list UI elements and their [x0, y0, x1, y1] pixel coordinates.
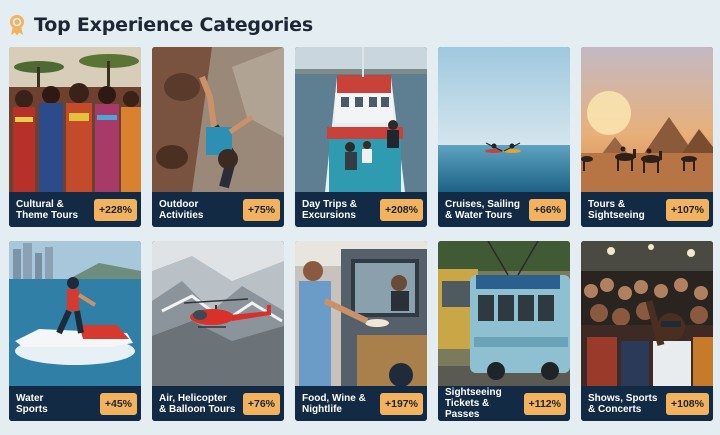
category-card-tours-sightseeing[interactable]: Tours & Sightseeing +107% [581, 47, 713, 227]
growth-badge: +45% [99, 392, 137, 415]
category-caption: Water Sports +45% [9, 386, 141, 421]
category-caption: Cultural & Theme Tours +228% [9, 192, 141, 227]
category-card-cultural-theme-tours[interactable]: Cultural & Theme Tours +228% [9, 47, 141, 227]
concert-crowd-photo [581, 241, 713, 386]
category-label: Cruises, Sailing & Water Tours [445, 198, 521, 221]
category-label: Food, Wine & Nightlife [302, 392, 366, 415]
award-ribbon-icon [8, 14, 26, 36]
category-label: Cultural & Theme Tours [16, 198, 79, 221]
category-label: Air, Helicopter & Balloon Tours [159, 392, 236, 415]
category-label: Sightseeing Tickets & Passes [445, 387, 502, 420]
category-card-outdoor-activities[interactable]: Outdoor Activities +75% [152, 47, 284, 227]
category-caption: Cruises, Sailing & Water Tours +66% [438, 192, 570, 227]
jet-ski-photo [9, 241, 141, 386]
category-card-sightseeing-tickets-passes[interactable]: Sightseeing Tickets & Passes +112% [438, 241, 570, 421]
category-label: Outdoor Activities [159, 198, 204, 221]
category-card-food-wine-nightlife[interactable]: Food, Wine & Nightlife +197% [295, 241, 427, 421]
pyramids-camels-photo [581, 47, 713, 192]
category-caption: Tours & Sightseeing +107% [581, 192, 713, 227]
category-caption: Outdoor Activities +75% [152, 192, 284, 227]
boat-tour-photo [295, 47, 427, 192]
growth-badge: +228% [94, 198, 137, 221]
helicopter-mountains-photo [152, 241, 284, 386]
growth-badge: +197% [380, 392, 423, 415]
category-card-water-sports[interactable]: Water Sports +45% [9, 241, 141, 421]
growth-badge: +107% [666, 198, 709, 221]
category-caption: Air, Helicopter & Balloon Tours +76% [152, 386, 284, 421]
rock-climber-photo [152, 47, 284, 192]
growth-badge: +112% [523, 392, 566, 415]
category-card-shows-sports-concerts[interactable]: Shows, Sports & Concerts +108% [581, 241, 713, 421]
growth-badge: +208% [380, 198, 423, 221]
category-caption: Sightseeing Tickets & Passes +112% [438, 386, 570, 421]
food-truck-photo [295, 241, 427, 386]
category-label: Water Sports [16, 392, 48, 415]
category-caption: Day Trips & Excursions +208% [295, 192, 427, 227]
section-header: Top Experience Categories [8, 12, 313, 38]
tribal-dancers-photo [9, 47, 141, 192]
page-title: Top Experience Categories [34, 14, 313, 36]
category-card-day-trips-excursions[interactable]: Day Trips & Excursions +208% [295, 47, 427, 227]
growth-badge: +75% [242, 198, 280, 221]
growth-badge: +66% [528, 198, 566, 221]
trolley-bus-photo [438, 241, 570, 386]
category-label: Day Trips & Excursions [302, 198, 358, 221]
category-card-air-helicopter-balloon-tours[interactable]: Air, Helicopter & Balloon Tours +76% [152, 241, 284, 421]
kayaks-sea-photo [438, 47, 570, 192]
category-label: Tours & Sightseeing [588, 198, 645, 221]
category-grid: Cultural & Theme Tours +228% Outdoor Act… [9, 47, 713, 428]
category-caption: Food, Wine & Nightlife +197% [295, 386, 427, 421]
category-label: Shows, Sports & Concerts [588, 392, 658, 415]
category-card-cruises-sailing-water-tours[interactable]: Cruises, Sailing & Water Tours +66% [438, 47, 570, 227]
category-caption: Shows, Sports & Concerts +108% [581, 386, 713, 421]
growth-badge: +108% [666, 392, 709, 415]
growth-badge: +76% [242, 392, 280, 415]
